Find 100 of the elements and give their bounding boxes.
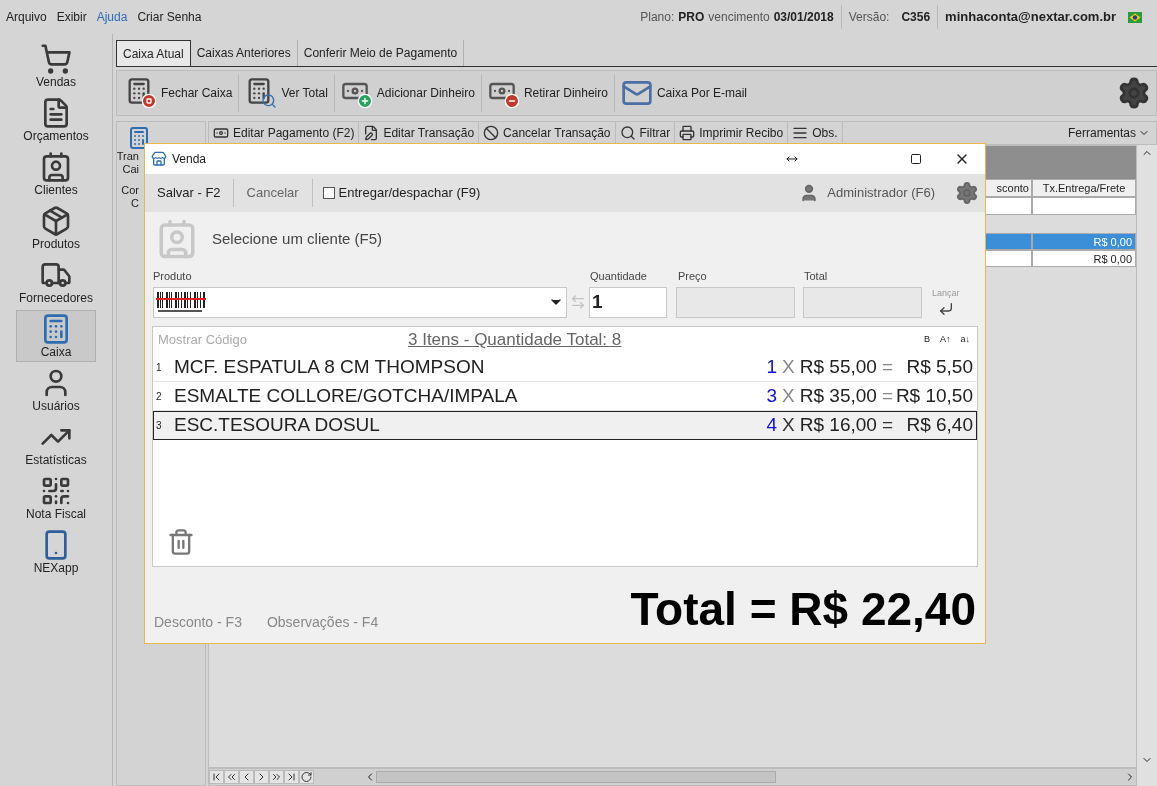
toolbar-button[interactable]: Ver Total <box>242 73 331 113</box>
flag-icon <box>1128 11 1142 23</box>
due-date: 03/01/2018 <box>773 9 834 26</box>
price-field[interactable] <box>676 286 795 318</box>
row-number: 1 <box>155 361 163 375</box>
barcode-icon <box>156 290 206 314</box>
sort-button[interactable]: A↑ <box>939 333 951 347</box>
sidebar-item[interactable]: Clientes <box>16 148 96 200</box>
menu-item[interactable]: Ajuda <box>96 8 128 26</box>
item-quantity: 1 <box>766 355 778 380</box>
checkbox[interactable] <box>322 187 335 199</box>
filter-cell[interactable] <box>984 197 1032 215</box>
unit-price: R$ 35,00 <box>799 384 877 409</box>
toolbar-button[interactable]: Retirar Dinheiro <box>484 73 611 113</box>
item-total: R$ 10,50 <box>894 384 973 409</box>
sidebar-item[interactable]: Orçamentos <box>16 94 96 146</box>
item-row[interactable]: 1 MCF. ESPATULA 8 CM THOMPSON 1 X R$ 55,00 = R$ 5,50 <box>153 353 977 382</box>
tools-menu[interactable]: Ferramentas <box>1067 124 1156 142</box>
edit-icon <box>363 125 380 141</box>
pager-icon[interactable] <box>299 770 314 784</box>
sale-total: Total = R$ 22,40 <box>630 583 976 635</box>
item-row[interactable]: 3 ESC.TESOURA DOSUL 4 X R$ 16,00 = R$ 6,40 <box>153 411 977 440</box>
user-button[interactable]: Administrador (F6) <box>827 183 935 203</box>
item-quantity: 4 <box>766 413 778 438</box>
toolbar-button[interactable]: Adicionar Dinheiro <box>337 73 478 113</box>
items-summary: 3 Itens - Quantidade Total: 8 <box>408 329 622 352</box>
product-name: ESC.TESOURA DOSUL <box>174 413 380 438</box>
field-label: Total <box>804 268 828 284</box>
save-button[interactable]: Salvar - F2 <box>145 174 233 212</box>
trash-icon[interactable] <box>167 526 195 558</box>
toolbar-button[interactable]: Caixa Por E-mail <box>617 73 750 113</box>
column-header[interactable]: Tx.Entrega/Frete <box>1032 179 1136 197</box>
tab[interactable]: Caixa Atual <box>116 40 191 66</box>
money-icon <box>213 125 229 141</box>
sidebar-item[interactable]: NEXapp <box>16 526 96 578</box>
item-total: R$ 6,40 <box>905 413 973 438</box>
register-icon <box>127 126 151 150</box>
times-sign: X <box>782 355 795 380</box>
cart-icon <box>40 43 72 75</box>
side-panel-label: Tran <box>116 150 139 163</box>
product-field[interactable] <box>153 286 567 318</box>
row-number: 3 <box>155 419 163 433</box>
maximize-icon <box>910 153 922 165</box>
sidebar-item[interactable]: Fornecedores <box>16 256 96 308</box>
store-icon <box>151 151 167 167</box>
pager-icon[interactable] <box>284 770 299 784</box>
sidebar-item[interactable]: Caixa <box>16 310 96 362</box>
equals-sign: = <box>881 413 893 438</box>
equals-sign: = <box>881 355 893 380</box>
sidebar-item[interactable]: Produtos <box>16 202 96 254</box>
quantity-field[interactable]: 1 <box>589 286 667 318</box>
menu-item[interactable]: Exibir <box>56 8 87 26</box>
box-icon <box>40 205 72 237</box>
filter-cell[interactable] <box>1032 197 1136 215</box>
sidebar-item[interactable]: Vendas <box>16 40 96 92</box>
pager-icon[interactable] <box>209 770 224 784</box>
checkbox-label: Entregar/despachar (F9) <box>338 184 481 203</box>
side-panel-label: C <box>131 197 139 210</box>
contact-card-icon <box>40 151 72 183</box>
sidebar-item[interactable]: Nota Fiscal <box>16 472 96 524</box>
notes-icon <box>792 125 809 141</box>
item-total: R$ 5,50 <box>905 355 973 380</box>
table-cell: R$ 0,00 <box>1032 233 1136 250</box>
settings-icon[interactable] <box>1117 76 1151 110</box>
client-select[interactable]: Selecione um cliente (F5) <box>212 227 383 251</box>
printer-icon <box>679 125 696 141</box>
menu-item[interactable]: Criar Senha <box>137 8 202 26</box>
times-sign: X <box>782 413 795 438</box>
product-name: MCF. ESPATULA 8 CM THOMPSON <box>174 355 485 380</box>
menu-item[interactable]: Arquivo <box>6 8 47 26</box>
cancel-button[interactable]: Cancelar <box>233 174 312 212</box>
row-number: 2 <box>155 390 163 404</box>
field-label: Produto <box>153 268 193 284</box>
search-icon <box>619 125 636 141</box>
item-quantity: 3 <box>766 384 778 409</box>
settings-icon[interactable] <box>955 181 979 205</box>
side-panel-label: Cor <box>121 184 139 197</box>
account-email: minhaconta@nextar.com.br <box>945 8 1116 27</box>
sort-button[interactable]: B <box>923 333 930 347</box>
side-panel-label: Cai <box>122 163 139 176</box>
sort-button[interactable]: a↓ <box>960 333 970 347</box>
version-value: C356 <box>901 9 931 26</box>
pager-icon[interactable] <box>269 770 284 784</box>
column-header[interactable]: sconto <box>984 179 1032 197</box>
toolbar-button[interactable]: Fechar Caixa <box>122 73 236 113</box>
field-label: Quantidade <box>590 268 648 284</box>
pager-icon[interactable] <box>254 770 269 784</box>
sidebar-item[interactable]: Estatísticas <box>16 418 96 470</box>
scrollbar-thumb[interactable] <box>376 771 776 783</box>
pager-icon[interactable] <box>224 770 239 784</box>
cancel-icon <box>483 125 500 141</box>
sidebar-item[interactable]: Usuários <box>16 364 96 416</box>
total-field[interactable] <box>803 286 922 318</box>
times-sign: X <box>782 384 795 409</box>
version-label: Versão: <box>848 9 890 26</box>
due-label: vencimento <box>708 9 770 26</box>
equals-sign: = <box>881 384 893 409</box>
pager-icon[interactable] <box>239 770 254 784</box>
grid-row[interactable]: R$ 0,00 <box>984 250 1136 267</box>
unit-price: R$ 55,00 <box>799 355 877 380</box>
